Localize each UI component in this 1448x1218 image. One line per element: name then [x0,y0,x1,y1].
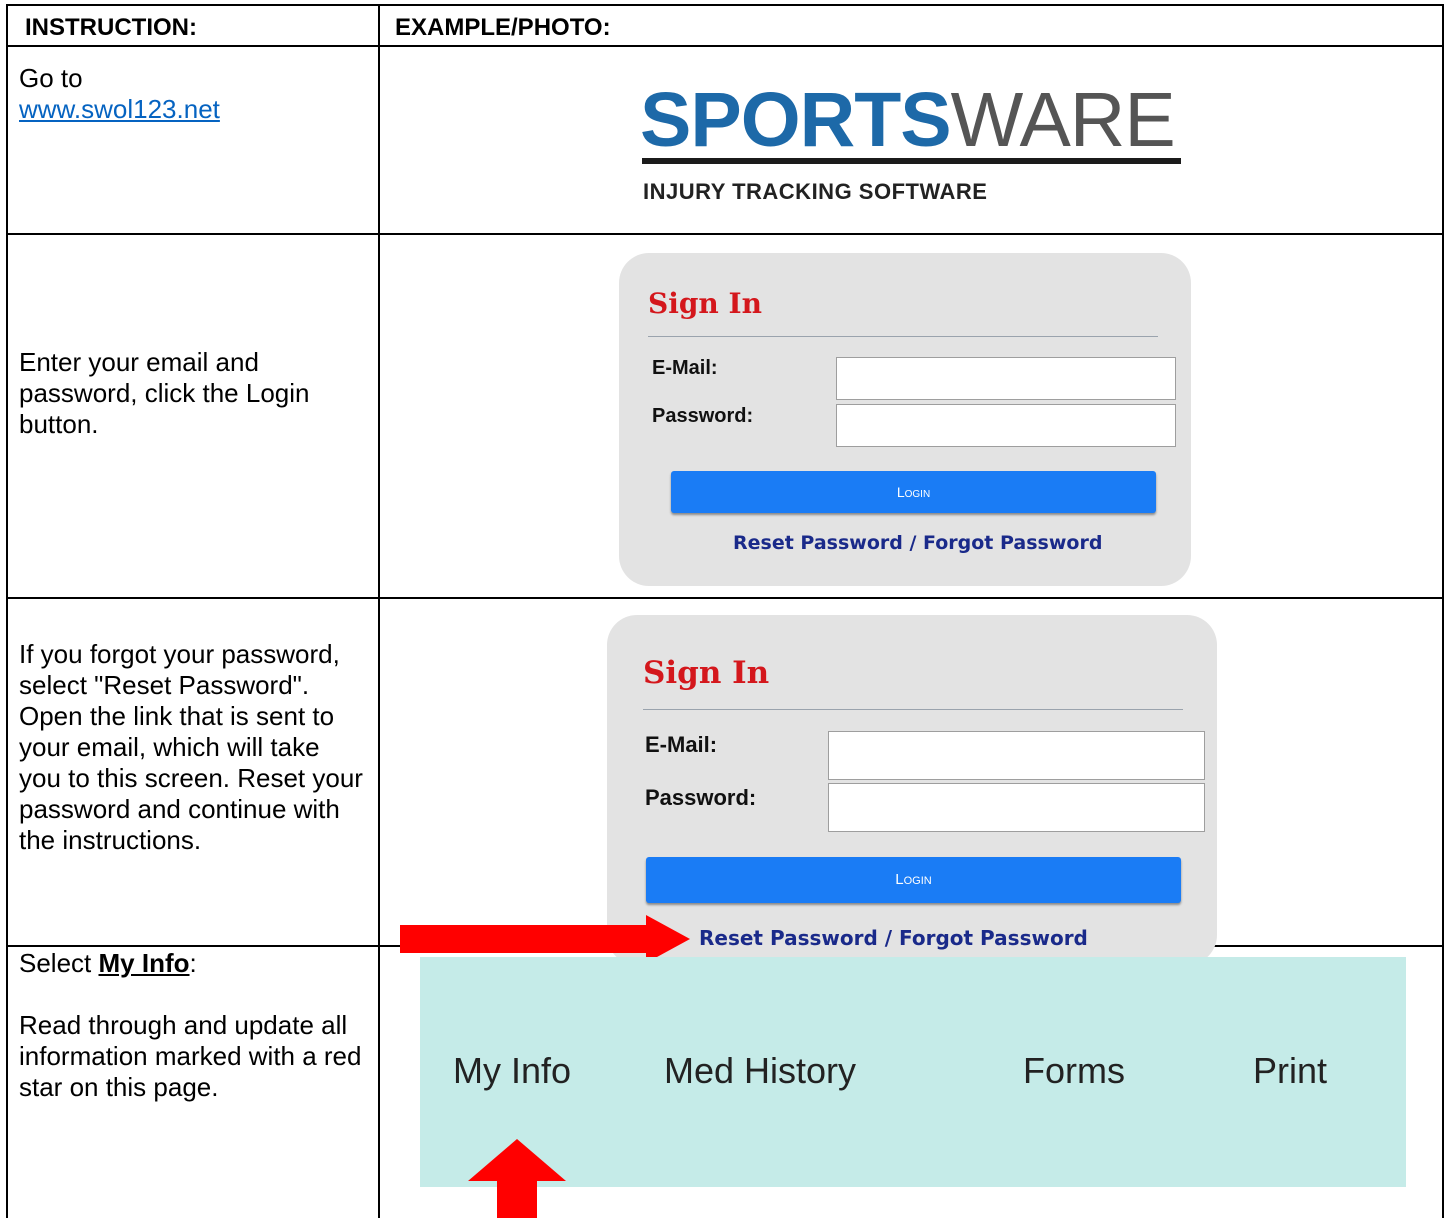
table-border-left [6,4,8,1218]
login-button[interactable]: Login [671,471,1156,513]
table-border-right [1442,4,1444,1218]
password-label: Password: [652,405,754,427]
header-example: EXAMPLE/PHOTO: [395,14,611,41]
row2-instruction: Enter your email and password, click the… [19,347,310,439]
table-border-header [6,45,1444,47]
signin-panel-2: Sign In E-Mail: Password: Login Reset Pa… [607,615,1217,965]
logo-wordmark: SPORTSWARE [640,80,1185,160]
row1-instruction: Go to www.swol123.net [19,63,364,125]
row4-bold: My Info [98,948,190,978]
signin-title: Sign In [648,287,762,320]
login-button[interactable]: Login [646,857,1181,903]
password-label: Password: [645,785,757,810]
sportsware-logo: SPORTSWARE INJURY TRACKING SOFTWARE [640,80,1185,210]
red-arrow-right-icon [646,915,690,963]
row1-text: Go to [19,63,83,93]
row4-suffix: : [189,948,197,978]
logo-ware: WARE [950,77,1176,163]
table-border-middle [378,4,380,1218]
header-instruction: INSTRUCTION: [25,14,197,41]
swol-link[interactable]: www.swol123.net [19,94,220,124]
table-border-row1 [6,233,1444,235]
signin-panel-1: Sign In E-Mail: Password: Login Reset Pa… [619,253,1191,586]
red-arrow-shaft [400,925,650,953]
reset-password-link[interactable]: Reset Password / Forgot Password [733,532,1102,554]
password-input[interactable] [836,404,1176,447]
red-arrow-up-icon [468,1139,566,1181]
password-input[interactable] [828,783,1205,832]
signin-divider [643,709,1183,710]
nav-my-info[interactable]: My Info [453,1050,571,1092]
table-border-row2 [6,597,1444,599]
email-input[interactable] [828,731,1205,780]
email-input[interactable] [836,357,1176,400]
nav-med-history[interactable]: Med History [664,1050,856,1092]
row4-instruction: Select My Info: Read through and update … [19,948,364,1103]
email-label: E-Mail: [645,732,718,757]
row4-prefix: Select [19,948,99,978]
reset-password-link[interactable]: Reset Password / Forgot Password [699,926,1088,950]
table-border-top [6,4,1444,6]
logo-underline [642,158,1181,164]
signin-divider [648,336,1158,337]
signin-title: Sign In [643,655,770,691]
row3-instruction: If you forgot your password, select "Res… [19,639,363,855]
logo-sports: SPORTS [640,77,952,163]
nav-forms[interactable]: Forms [1023,1050,1125,1092]
nav-print[interactable]: Print [1253,1050,1327,1092]
email-label: E-Mail: [652,357,718,379]
row4-text: Read through and update all information … [19,1010,362,1102]
logo-tagline: INJURY TRACKING SOFTWARE [643,179,988,204]
red-arrow-up-shaft [497,1179,537,1218]
